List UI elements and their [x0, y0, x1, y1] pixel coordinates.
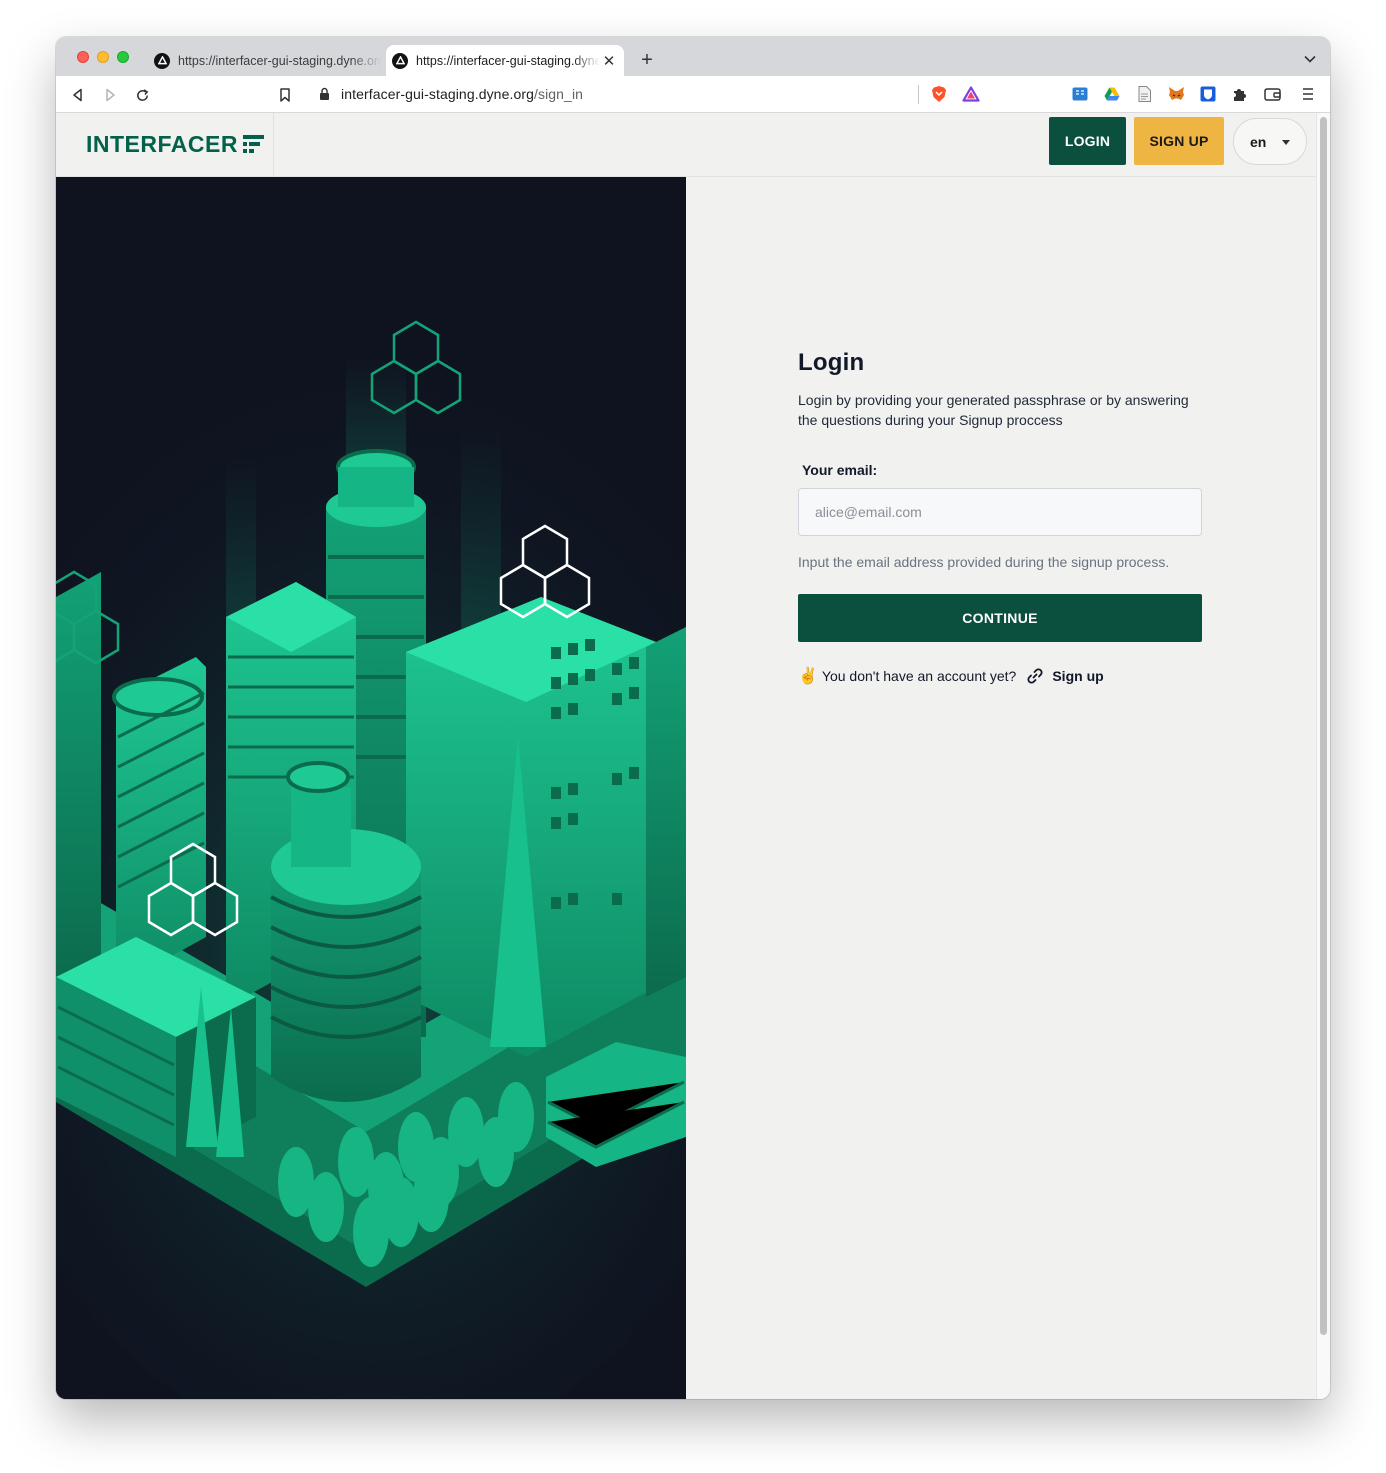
url-path: /sign_in [533, 86, 584, 102]
header-divider [273, 113, 274, 177]
google-drive-icon[interactable] [1103, 85, 1121, 103]
back-icon[interactable] [66, 83, 90, 107]
bookmark-icon[interactable] [273, 83, 297, 107]
signup-link[interactable]: Sign up [1052, 668, 1103, 684]
document-extension-icon[interactable] [1135, 85, 1153, 103]
email-help-text: Input the email address provided during … [798, 554, 1170, 570]
browser-window: https://interfacer-gui-staging.dyne.org/… [56, 37, 1330, 1399]
victory-hand-icon: ✌️ [798, 668, 818, 685]
tab-title: https://interfacer-gui-staging.dyne.org/… [416, 53, 600, 68]
brave-rewards-icon[interactable] [962, 85, 980, 103]
menu-icon[interactable] [1299, 85, 1317, 103]
tab-title: https://interfacer-gui-staging.dyne.org/… [178, 53, 381, 68]
tab-list-chevron-icon[interactable] [1300, 51, 1320, 67]
bitwarden-extension-icon[interactable] [1199, 85, 1217, 103]
signup-button[interactable]: SIGN UP [1134, 117, 1224, 165]
forward-icon[interactable] [98, 83, 122, 107]
login-button[interactable]: LOGIN [1049, 117, 1126, 165]
brave-shields-icon[interactable] [930, 85, 948, 103]
interfacer-logo[interactable]: INTERFACER [86, 129, 265, 159]
browser-toolbar: interfacer-gui-staging.dyne.org/sign_in [56, 76, 1330, 113]
tab-strip: https://interfacer-gui-staging.dyne.org/… [56, 37, 1330, 76]
page-content: INTERFACER LOGIN SIGN UP en Login Login … [56, 113, 1316, 1399]
email-label: Your email: [802, 462, 878, 478]
login-subtitle: Login by providing your generated passph… [798, 392, 1189, 428]
extensions-puzzle-icon[interactable] [1231, 85, 1249, 103]
address-bar[interactable]: interfacer-gui-staging.dyne.org/sign_in [307, 80, 991, 109]
zoom-window-button[interactable] [117, 51, 129, 63]
login-title: Login [798, 349, 865, 376]
no-account-text: You don't have an account yet? [821, 668, 1017, 684]
wallet-icon[interactable] [1263, 85, 1281, 103]
link-icon [1027, 668, 1043, 684]
new-tab-icon[interactable]: + [636, 49, 658, 71]
url-separator [918, 85, 919, 104]
browser-tab-2-active[interactable]: https://interfacer-gui-staging.dyne.org/… [386, 45, 624, 76]
email-field[interactable] [798, 488, 1202, 536]
reload-icon[interactable] [130, 83, 154, 107]
browser-tab-1[interactable]: https://interfacer-gui-staging.dyne.org/… [146, 45, 381, 76]
url-host: interfacer-gui-staging.dyne.org [341, 86, 534, 102]
language-select[interactable]: en [1233, 118, 1307, 165]
site-favicon-icon [392, 52, 408, 69]
logo-mark-icon [242, 135, 264, 153]
url-text: interfacer-gui-staging.dyne.org/sign_in [341, 86, 583, 102]
language-value: en [1250, 133, 1267, 150]
close-window-button[interactable] [77, 51, 89, 63]
no-account-row: ✌️ You don't have an account yet? Sign u… [798, 666, 1202, 686]
page-scrollbar[interactable] [1316, 113, 1330, 1399]
continue-button[interactable]: CONTINUE [798, 594, 1202, 642]
scrollbar-thumb[interactable] [1320, 117, 1327, 1335]
site-header: INTERFACER LOGIN SIGN UP en [56, 113, 1316, 177]
logo-text: INTERFACER [86, 130, 238, 157]
caret-down-icon [1282, 140, 1290, 145]
minimize-window-button[interactable] [97, 51, 109, 63]
reader-extension-icon[interactable] [1071, 85, 1089, 103]
hero-illustration [56, 177, 686, 1399]
close-tab-icon[interactable]: ✕ [600, 52, 618, 70]
site-favicon-icon [154, 52, 170, 69]
metamask-fox-icon[interactable] [1167, 85, 1185, 103]
lock-icon [320, 87, 329, 100]
isometric-city-illustration [56, 177, 686, 1399]
login-form: Login Login by providing your generated … [798, 349, 1202, 686]
